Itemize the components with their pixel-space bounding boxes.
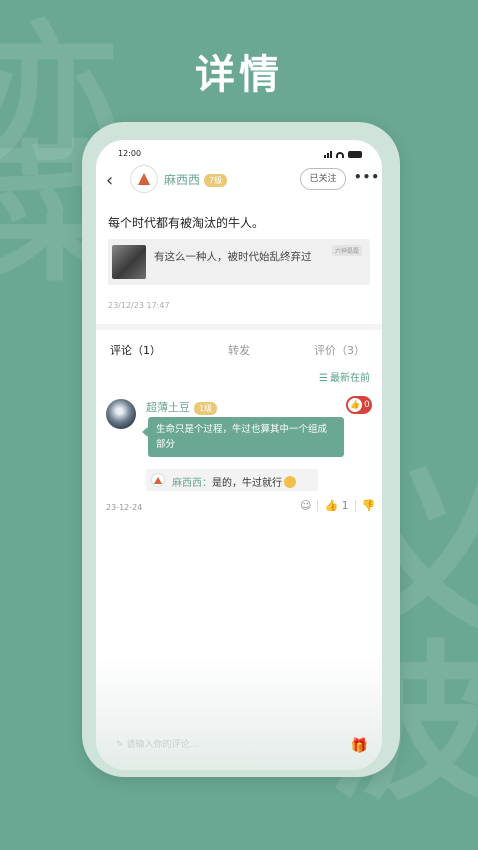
thumb-up-icon: 👍 (348, 398, 362, 412)
post-text: 每个时代都有被淘汰的牛人。 (108, 216, 265, 230)
quote-card[interactable]: 有这么一种人，被时代始乱终弃过 六神磊磊 (108, 239, 370, 285)
avatar[interactable] (106, 399, 136, 429)
avatar (151, 473, 165, 487)
emoji-react-icon[interactable]: ☺ (300, 499, 311, 512)
page-headline: 详情 (195, 52, 283, 98)
comment-text: 生命只是个过程，牛过也算其中一个组成部分 (156, 424, 328, 450)
tab-comments[interactable]: 评论（1） (110, 342, 161, 358)
level-badge: 1级 (194, 401, 218, 415)
comment-timestamp: 23-12-24 (106, 503, 143, 512)
like-count: 0 (364, 400, 370, 410)
tab-rating[interactable]: 评价（3） (314, 342, 365, 358)
emoji-icon (284, 476, 296, 488)
author-name[interactable]: 麻西西 7级 (164, 171, 228, 188)
wifi-icon (336, 152, 344, 158)
section-divider (96, 324, 382, 330)
level-badge: 7级 (204, 174, 228, 187)
upvote-button[interactable]: 👍 1 (324, 499, 348, 512)
separator (317, 499, 319, 512)
sort-label: 最新在前 (330, 373, 370, 384)
avatar[interactable] (130, 165, 158, 193)
quote-tag: 六神磊磊 (331, 245, 362, 256)
pencil-icon: ✎ (116, 740, 124, 750)
battery-icon (348, 151, 362, 158)
reply-box[interactable]: 麻西西： 是的，牛过就行 (146, 469, 318, 491)
follow-button[interactable]: 已关注 (300, 168, 346, 190)
reply-author: 麻西西： (172, 478, 212, 489)
tab-repost[interactable]: 转发 (228, 342, 250, 358)
input-placeholder: 请输入你的评论... (126, 740, 199, 750)
comment-actions: ☺ 👍 1 👎 (300, 499, 375, 512)
sort-toggle[interactable]: ☰ 最新在前 (319, 369, 370, 384)
bubble-pointer (142, 427, 148, 437)
status-bar: 12:00 (96, 146, 382, 162)
status-time: 12:00 (118, 149, 142, 158)
tab-bar: 评论（1） 转发 评价（3） (96, 336, 382, 360)
signal-icon (324, 151, 332, 158)
back-icon[interactable]: ‹ (106, 170, 113, 191)
reply-text: 是的，牛过就行 (212, 474, 296, 489)
cone-icon (138, 173, 150, 185)
sort-icon: ☰ (319, 373, 328, 384)
cone-icon (154, 476, 162, 484)
comment-author[interactable]: 超薄土豆 1级 (146, 399, 218, 415)
gift-icon[interactable]: 🎁 (351, 738, 368, 754)
nav-bar: ‹ 麻西西 7级 已关注 ••• (96, 164, 382, 194)
comment-item: 超薄土豆 1级 👍 0 生命只是个过程，牛过也算其中一个组成部分 麻西西： 是的，… (96, 395, 382, 515)
quote-text: 有这么一种人，被时代始乱终弃过 (154, 251, 312, 263)
more-icon[interactable]: ••• (354, 170, 380, 184)
like-button[interactable]: 👍 0 (346, 396, 372, 414)
post-timestamp: 23/12/23 17:47 (108, 301, 170, 310)
separator (354, 499, 356, 512)
upvote-count: 1 (341, 499, 349, 512)
bottom-fade (96, 658, 382, 770)
downvote-icon[interactable]: 👎 (362, 499, 376, 512)
phone-screen: 12:00 ‹ 麻西西 7级 已关注 ••• 每个时代都有被淘汰的牛人。 有这么一… (96, 140, 382, 770)
status-icons (324, 151, 362, 158)
comment-input[interactable]: ✎ 请输入你的评论... (116, 737, 198, 750)
comment-bubble: 生命只是个过程，牛过也算其中一个组成部分 (142, 417, 344, 457)
quote-thumbnail (112, 245, 146, 279)
